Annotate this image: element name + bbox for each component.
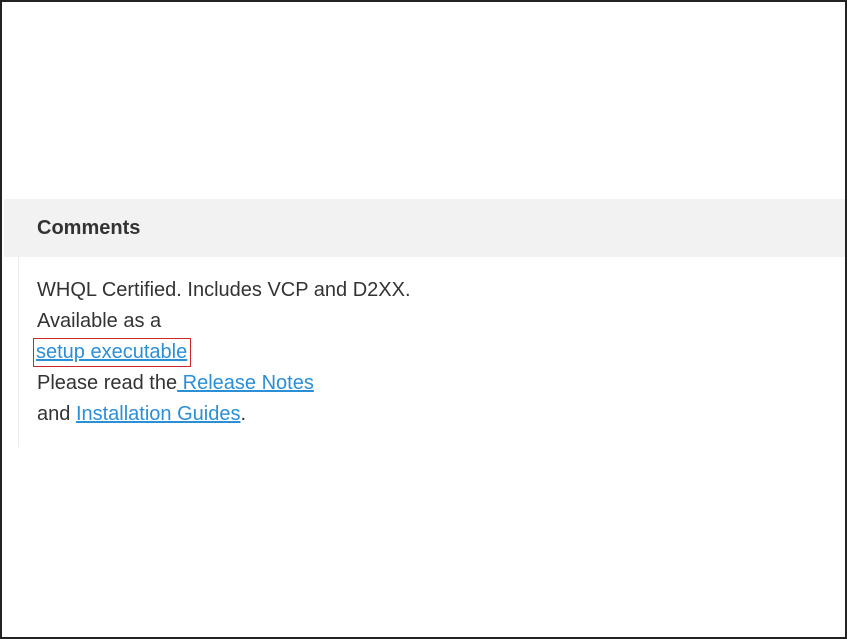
- release-notes-link[interactable]: Release Notes: [177, 372, 314, 394]
- comment-line-certification: WHQL Certified. Includes VCP and D2XX.: [37, 279, 411, 301]
- setup-link-highlight: setup executable: [33, 338, 192, 367]
- installation-suffix: .: [240, 403, 247, 425]
- screenshot-frame: Comments WHQL Certified. Includes VCP an…: [0, 0, 847, 639]
- setup-executable-link[interactable]: setup executable: [36, 341, 187, 363]
- comments-header: Comments: [4, 199, 845, 257]
- installation-prefix: and: [37, 403, 76, 425]
- comment-line-installation: and Installation Guides.: [37, 399, 845, 430]
- release-notes-prefix: Please read the: [37, 372, 178, 394]
- comments-section: Comments WHQL Certified. Includes VCP an…: [4, 199, 845, 447]
- comments-body: WHQL Certified. Includes VCP and D2XX. A…: [18, 257, 845, 447]
- comments-title: Comments: [37, 216, 141, 239]
- comment-line-setup: setup executable: [33, 337, 845, 368]
- installation-guides-link[interactable]: Installation Guides: [76, 403, 241, 425]
- comment-line-available: Available as a: [37, 310, 162, 332]
- comment-line-release-notes: Please read the Release Notes: [37, 368, 845, 399]
